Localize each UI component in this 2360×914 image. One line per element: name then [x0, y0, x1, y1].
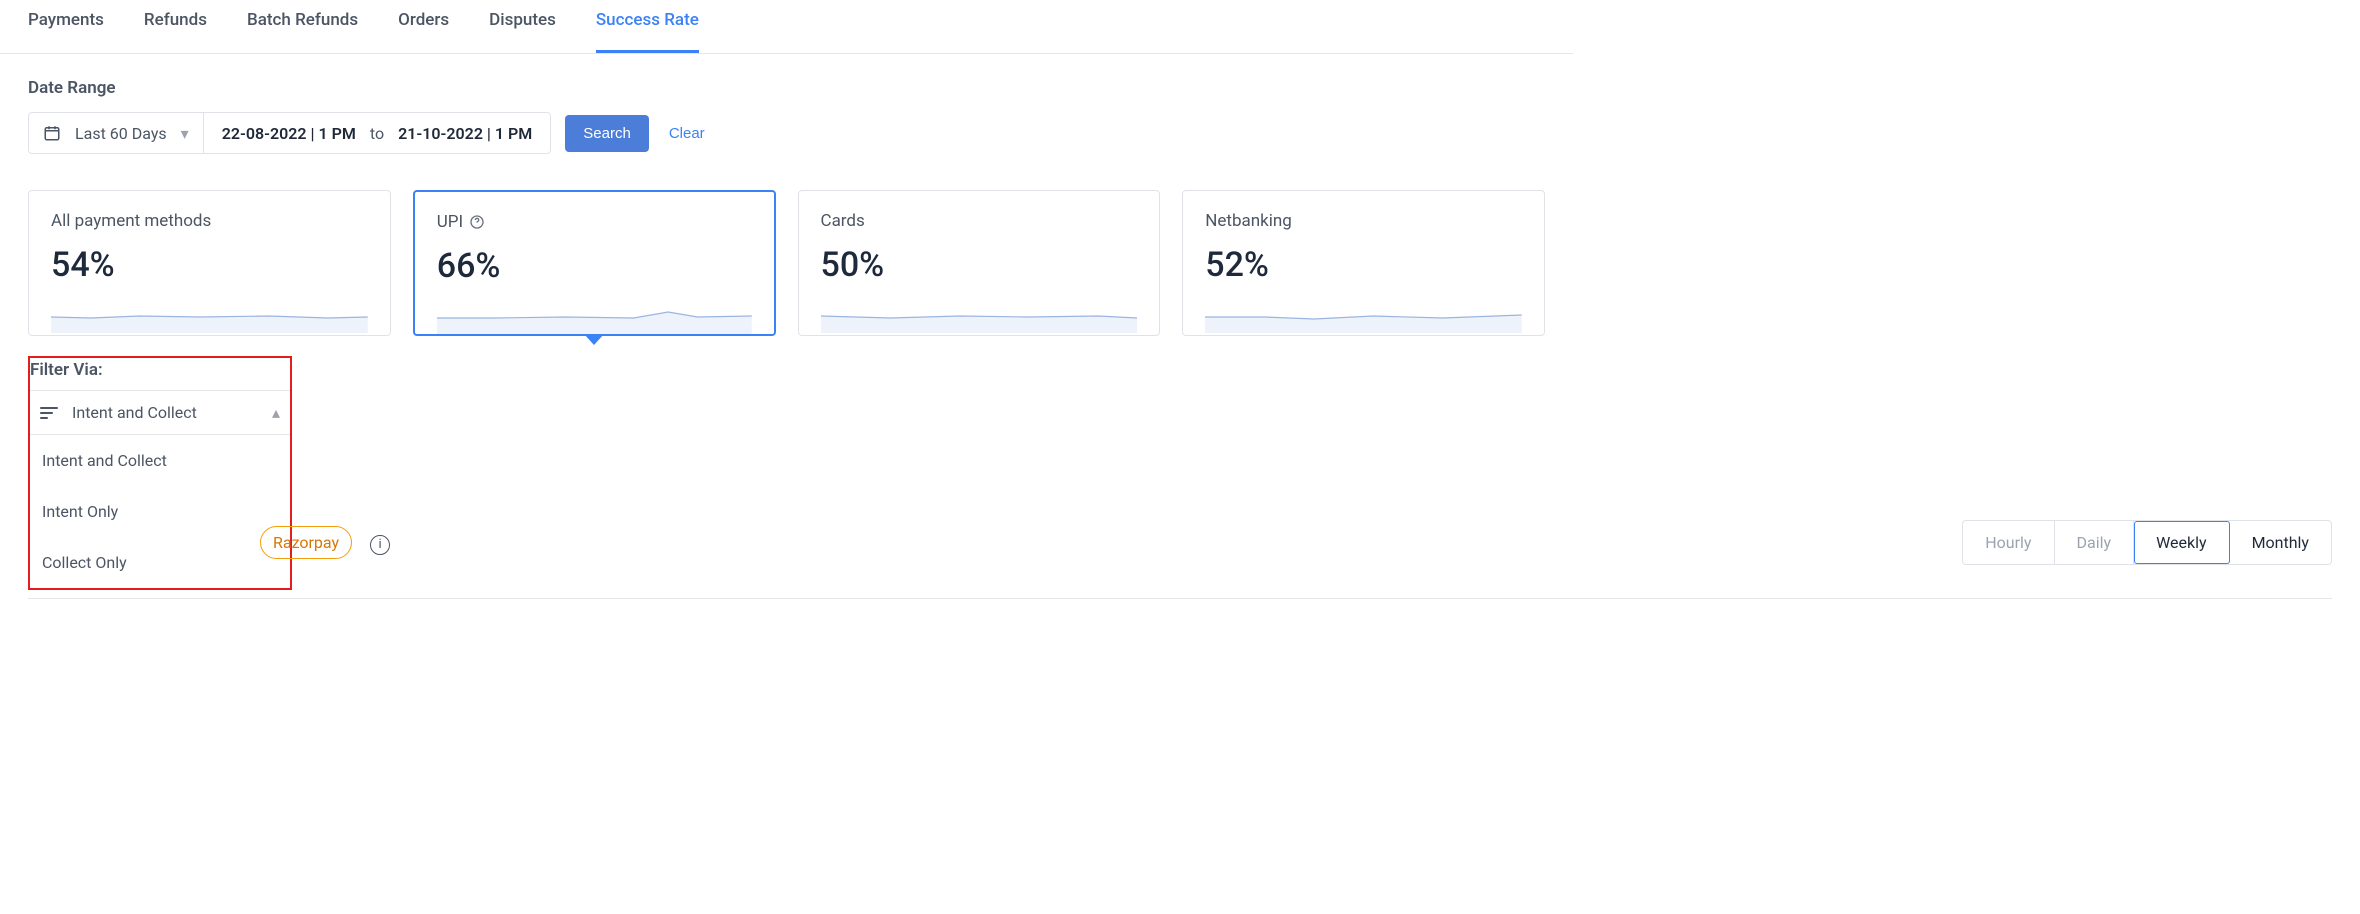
date-preset-dropdown[interactable]: Last 60 Days ▾ [29, 113, 204, 153]
time-granularity-toggle: Hourly Daily Weekly Monthly [1962, 520, 2332, 565]
tab-disputes[interactable]: Disputes [489, 10, 556, 53]
card-title-text: Cards [821, 211, 865, 231]
card-all-methods[interactable]: All payment methods 54% [28, 190, 391, 336]
sparkline [437, 304, 752, 334]
date-range-box: Last 60 Days ▾ 22-08-2022 | 1 PM to 21-1… [28, 112, 551, 154]
chart-top-border [28, 598, 2332, 599]
tab-payments[interactable]: Payments [28, 10, 104, 53]
card-value: 52% [1205, 245, 1522, 285]
card-title: Cards [821, 211, 1138, 231]
date-preset-value: Last 60 Days [75, 124, 167, 143]
card-upi[interactable]: UPI 66% [413, 190, 776, 336]
time-seg-hourly[interactable]: Hourly [1963, 521, 2054, 564]
time-seg-daily[interactable]: Daily [2055, 521, 2135, 564]
filter-via-options: Intent and Collect Intent Only Collect O… [30, 435, 290, 588]
tab-refunds[interactable]: Refunds [144, 10, 207, 53]
filter-option-collect-only[interactable]: Collect Only [30, 537, 290, 588]
bottom-row: Razorpay i Hourly Daily Weekly Monthly [260, 520, 2332, 565]
card-value: 66% [437, 246, 752, 286]
search-button[interactable]: Search [565, 115, 649, 152]
date-to: 21-10-2022 | 1 PM [398, 124, 532, 143]
razorpay-chip-group: Razorpay i [260, 526, 390, 559]
time-seg-weekly[interactable]: Weekly [2134, 521, 2230, 564]
time-seg-monthly[interactable]: Monthly [2230, 521, 2331, 564]
date-from: 22-08-2022 | 1 PM [222, 124, 356, 143]
card-title-text: All payment methods [51, 211, 211, 231]
metric-cards: All payment methods 54% UPI 66% [28, 190, 1545, 336]
card-netbanking[interactable]: Netbanking 52% [1182, 190, 1545, 336]
card-value: 50% [821, 245, 1138, 285]
date-range-row: Last 60 Days ▾ 22-08-2022 | 1 PM to 21-1… [28, 112, 1545, 154]
tab-batch-refunds[interactable]: Batch Refunds [247, 10, 358, 53]
date-range-values[interactable]: 22-08-2022 | 1 PM to 21-10-2022 | 1 PM [204, 124, 551, 143]
date-to-label: to [370, 124, 384, 143]
calendar-icon [43, 124, 61, 142]
sort-icon [40, 406, 58, 420]
sparkline [51, 303, 368, 333]
card-title-text: Netbanking [1205, 211, 1292, 231]
card-title: UPI [437, 212, 752, 232]
card-title-text: UPI [437, 212, 463, 232]
filter-via-panel: Filter Via: Intent and Collect ▴ Intent … [28, 356, 292, 590]
tab-success-rate[interactable]: Success Rate [596, 10, 699, 53]
sparkline [821, 303, 1138, 333]
clear-button[interactable]: Clear [663, 124, 711, 143]
top-tabs: Payments Refunds Batch Refunds Orders Di… [0, 0, 1573, 54]
card-value: 54% [51, 245, 368, 285]
filter-option-intent-and-collect[interactable]: Intent and Collect [30, 435, 290, 486]
date-range-label: Date Range [28, 78, 1545, 98]
filter-via-label: Filter Via: [30, 358, 290, 390]
razorpay-chip[interactable]: Razorpay [260, 526, 352, 559]
filter-option-intent-only[interactable]: Intent Only [30, 486, 290, 537]
help-icon[interactable] [469, 214, 485, 230]
card-title: Netbanking [1205, 211, 1522, 231]
info-icon[interactable]: i [370, 535, 390, 555]
sparkline [1205, 303, 1522, 333]
tab-orders[interactable]: Orders [398, 10, 449, 53]
filter-via-selected: Intent and Collect [72, 403, 258, 422]
chevron-up-icon: ▴ [272, 403, 280, 422]
card-title: All payment methods [51, 211, 368, 231]
chevron-down-icon: ▾ [181, 124, 189, 143]
card-cards[interactable]: Cards 50% [798, 190, 1161, 336]
filter-via-dropdown[interactable]: Intent and Collect ▴ [30, 390, 290, 435]
